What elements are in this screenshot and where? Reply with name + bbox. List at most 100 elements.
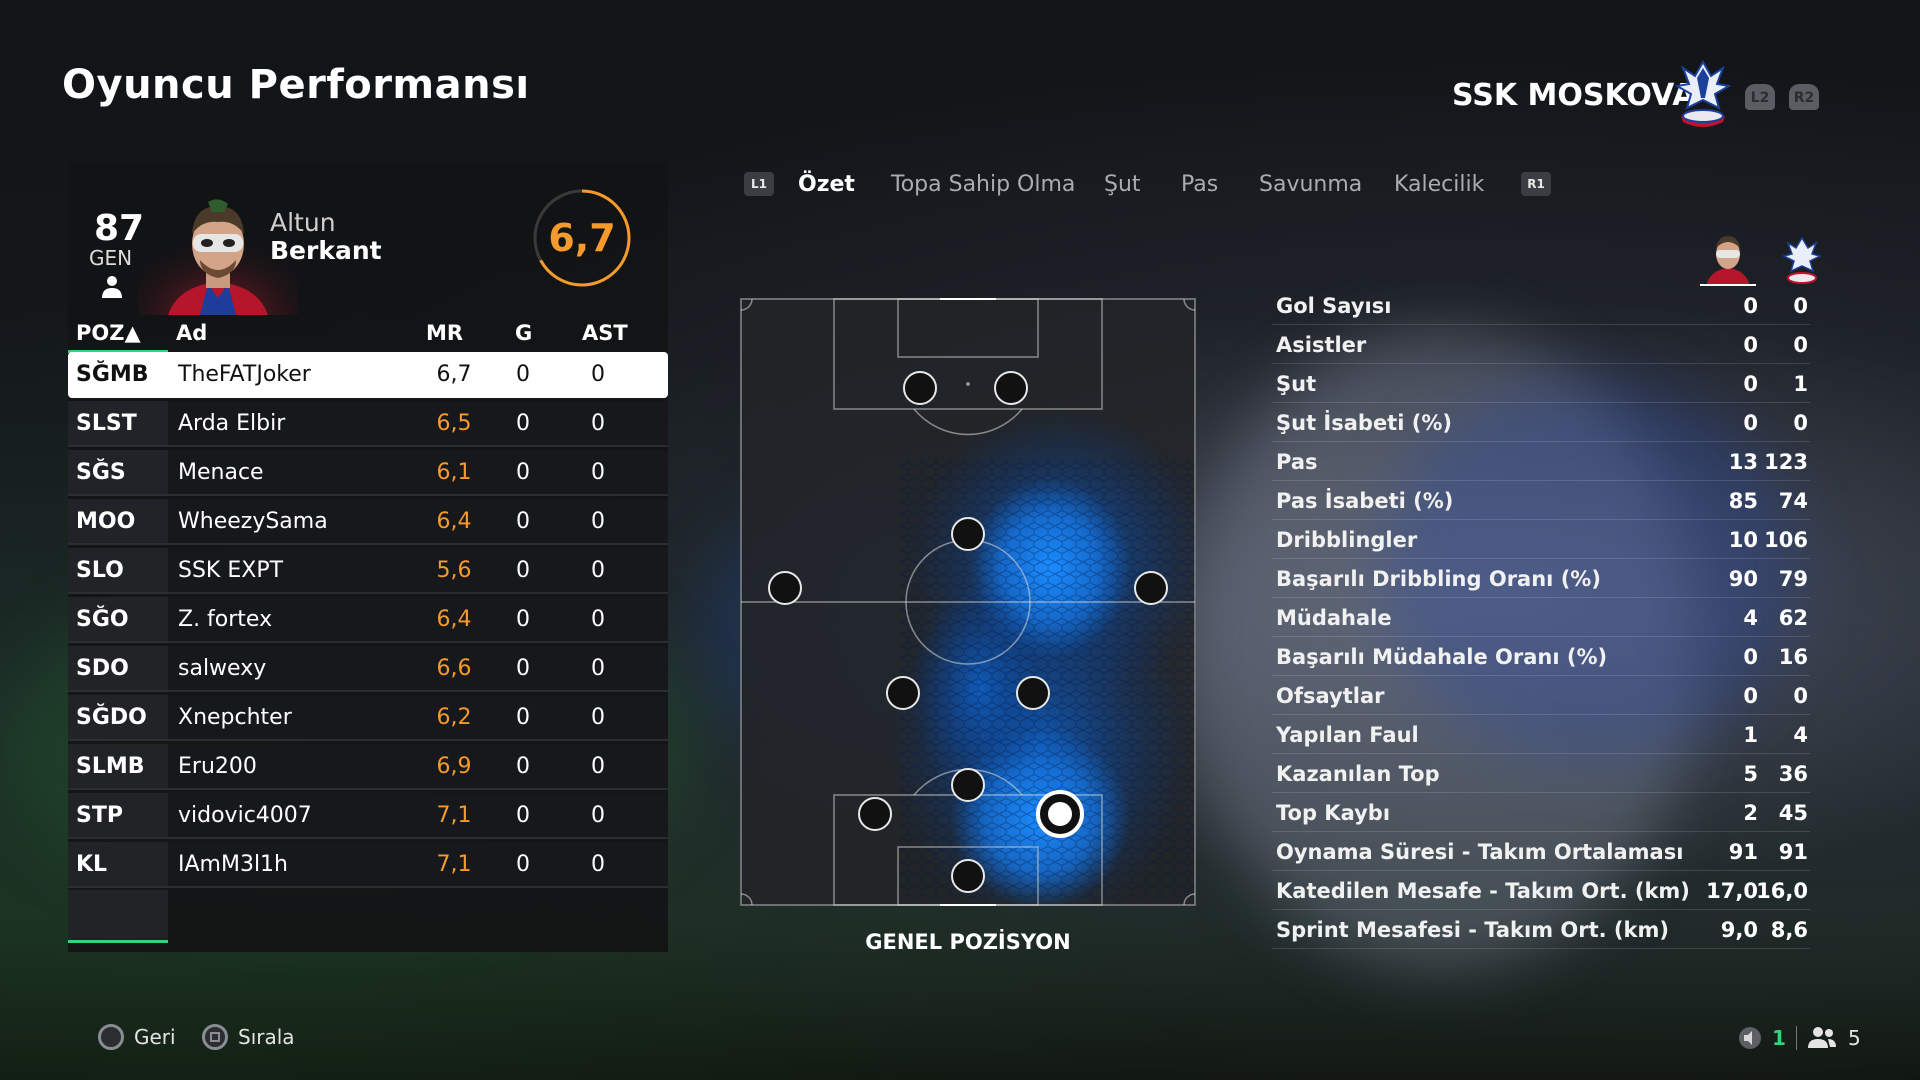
stat-team-value: 106 [1764,528,1808,552]
tab-pas[interactable]: Pas [1181,172,1218,197]
stat-label: Yapılan Faul [1276,723,1419,747]
footer-divider [1796,1026,1797,1050]
stat-player-value: 5 [1743,762,1758,786]
sort-label[interactable]: Sırala [238,1025,295,1049]
row-position: SDO [76,656,129,681]
position-heatmap [740,298,1196,906]
stat-label: Katedilen Mesafe - Takım Ort. (km) [1276,879,1690,903]
table-row[interactable]: SĞDO Xnepchter 6,2 0 0 [68,695,668,741]
stat-label: Asistler [1276,333,1367,357]
stat-row: Kazanılan Top 5 36 [1272,755,1810,793]
l1-button-icon[interactable]: L1 [744,172,774,196]
back-label[interactable]: Geri [134,1025,176,1049]
gen-value: 87 [94,208,145,249]
stat-player-value: 1 [1743,723,1758,747]
stat-row: Ofsaytlar 0 0 [1272,677,1810,715]
stat-team-value: 0 [1793,411,1808,435]
row-goals: 0 [516,509,530,534]
row-goals: 0 [516,705,530,730]
row-player-name: salwexy [178,656,267,681]
row-goals: 0 [516,411,530,436]
stat-team-value: 16,0 [1756,879,1808,903]
r2-trigger-icon[interactable]: R2 [1789,84,1819,110]
row-goals: 0 [516,460,530,485]
column-header-ad[interactable]: Ad [176,321,207,345]
stat-row: Sprint Mesafesi - Takım Ort. (km) 9,0 8,6 [1272,911,1810,949]
page-title: Oyuncu Performansı [62,62,530,108]
circle-button-icon[interactable] [98,1024,124,1050]
column-header-ast[interactable]: AST [582,321,628,345]
stat-team-value: 0 [1793,294,1808,318]
stat-row: Pas 13 123 [1272,443,1810,481]
player-avatar-small [1700,236,1756,286]
table-row[interactable]: KL IAmM3l1h 7,1 0 0 [68,842,668,888]
row-match-rating: 6,4 [436,607,472,632]
column-header-poz[interactable]: POZ▲ [76,321,141,345]
stat-player-value: 10 [1728,528,1758,552]
row-assists: 0 [591,509,605,534]
table-row[interactable]: SĞS Menace 6,1 0 0 [68,450,668,496]
stat-row: Oynama Süresi - Takım Ortalaması 91 91 [1272,833,1810,871]
stat-player-value: 0 [1743,372,1758,396]
party-icon [1808,1027,1836,1048]
player-marker [903,371,937,405]
table-header: POZ▲ Ad MR G AST [68,316,668,352]
r1-button-icon[interactable]: R1 [1521,172,1551,196]
stat-team-value: 1 [1793,372,1808,396]
table-row[interactable]: STP vidovic4007 7,1 0 0 [68,793,668,839]
table-row[interactable]: SLO SSK EXPT 5,6 0 0 [68,548,668,594]
stat-row: Dribblingler 10 106 [1272,521,1810,559]
l2-trigger-icon[interactable]: L2 [1745,84,1775,110]
stat-team-value: 45 [1778,801,1808,825]
stat-team-value: 16 [1778,645,1808,669]
row-goals: 0 [516,607,530,632]
row-assists: 0 [591,852,605,877]
table-row[interactable]: SDO salwexy 6,6 0 0 [68,646,668,692]
tab-ozet[interactable]: Özet [798,172,855,197]
row-player-name: Xnepchter [178,705,292,730]
row-assists: 0 [591,362,605,387]
stat-player-value: 13 [1728,450,1758,474]
row-position: SLMB [76,754,145,779]
table-row[interactable]: SĞMB TheFATJoker 6,7 0 0 [68,352,668,398]
position-column-tail [68,890,168,942]
stat-player-value: 9,0 [1720,918,1758,942]
person-icon [102,276,122,298]
row-match-rating: 7,1 [436,803,472,828]
tab-sut[interactable]: Şut [1104,172,1141,197]
stat-team-value: 79 [1778,567,1808,591]
player-marker [951,517,985,551]
column-header-g[interactable]: G [515,321,532,345]
stat-row: Yapılan Faul 1 4 [1272,716,1810,754]
stat-team-value: 8,6 [1770,918,1808,942]
column-header-mr[interactable]: MR [426,321,463,345]
table-row[interactable]: MOO WheezySama 6,4 0 0 [68,499,668,545]
tab-savunma[interactable]: Savunma [1259,172,1362,197]
stat-player-value: 90 [1728,567,1758,591]
tab-topa-sahip-olma[interactable]: Topa Sahip Olma [891,172,1075,197]
row-player-name: Arda Elbir [178,411,286,436]
stat-label: Sprint Mesafesi - Takım Ort. (km) [1276,918,1669,942]
row-player-name: SSK EXPT [178,558,284,583]
row-goals: 0 [516,362,530,387]
row-match-rating: 7,1 [436,852,472,877]
club-crest-small-icon [1782,236,1822,284]
row-player-name: vidovic4007 [178,803,312,828]
player-marker [886,676,920,710]
row-position: SĞS [76,460,126,485]
row-assists: 0 [591,607,605,632]
row-position: SĞMB [76,362,149,387]
table-row[interactable]: SLST Arda Elbir 6,5 0 0 [68,401,668,447]
row-position: KL [76,852,108,877]
voice-count: 1 [1772,1026,1786,1050]
player-marker [858,797,892,831]
tab-kalecilik[interactable]: Kalecilik [1394,172,1484,197]
stat-label: Başarılı Müdahale Oranı (%) [1276,645,1608,669]
stat-player-value: 2 [1743,801,1758,825]
square-button-icon[interactable] [202,1024,228,1050]
stat-label: Top Kaybı [1276,801,1391,825]
row-player-name: Menace [178,460,264,485]
row-player-name: WheezySama [178,509,328,534]
table-row[interactable]: SĞO Z. fortex 6,4 0 0 [68,597,668,643]
table-row[interactable]: SLMB Eru200 6,9 0 0 [68,744,668,790]
